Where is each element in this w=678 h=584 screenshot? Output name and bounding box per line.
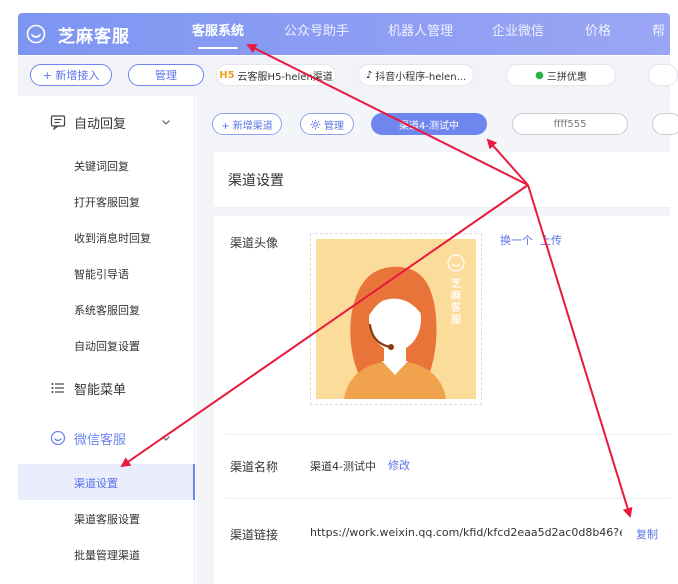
tab-ffff555[interactable]: ffff555 — [512, 113, 628, 135]
channel-name-value: 渠道4-测试中 — [310, 460, 376, 473]
sidebar-group-smart-menu[interactable]: 智能菜单 — [18, 373, 195, 403]
upload-avatar-link[interactable]: 上传 — [540, 232, 562, 248]
page-title: 渠道设置 — [228, 173, 284, 189]
divider — [226, 434, 670, 435]
channel-tabs: + 新增渠道 管理 渠道4-测试中 ffff555 — [196, 96, 678, 150]
h5-icon: H5 — [219, 69, 235, 81]
sidebar: 自动回复 关键词回复 打开客服回复 收到消息时回复 智能引导语 系统客服回复 自… — [18, 96, 195, 584]
sidebar-group-label: 自动回复 — [74, 116, 127, 132]
channel-chip-douyin[interactable]: ♪ 抖音小程序-helen... — [358, 64, 474, 86]
watermark-logo-icon — [447, 254, 465, 272]
nav-pricing[interactable]: 价格 — [585, 13, 611, 55]
wechat-icon: ● — [535, 69, 544, 81]
nav-bot-management[interactable]: 机器人管理 — [388, 13, 453, 55]
manage-channels-label: 管理 — [324, 120, 344, 132]
sidebar-item-channel-settings[interactable]: 渠道设置 — [74, 475, 118, 491]
message-square-icon — [50, 115, 66, 130]
avatar-field-label: 渠道头像 — [230, 236, 279, 250]
copy-link-button[interactable]: 复制 — [636, 526, 658, 542]
avatar-image: 芝麻客服 — [316, 239, 476, 399]
avatar-watermark-text: 芝麻客服 — [451, 279, 461, 326]
tab-more[interactable] — [652, 113, 678, 135]
panel-header: 渠道设置 — [214, 152, 670, 208]
channel-chip-h5[interactable]: H5 云客服H5-helen渠道 — [216, 64, 336, 86]
sidebar-group-label: 智能菜单 — [74, 382, 127, 398]
sidebar-item-system-cs-reply[interactable]: 系统客服回复 — [74, 302, 140, 318]
channel-link-value: https://work.weixin.qq.com/kfid/kfcd2eaa… — [310, 526, 622, 539]
gear-icon — [310, 119, 321, 129]
channel-chip-label: 云客服H5-helen渠道 — [237, 71, 333, 83]
chevron-down-icon — [162, 120, 170, 125]
channel-chip-more[interactable] — [648, 64, 678, 86]
sidebar-item-open-cs-reply[interactable]: 打开客服回复 — [74, 194, 140, 210]
channel-chip-label: 三拼优惠 — [546, 71, 587, 83]
wechat-cs-icon — [50, 430, 66, 446]
sidebar-item-keyword-reply[interactable]: 关键词回复 — [74, 158, 129, 174]
sidebar-item-channel-cs-settings[interactable]: 渠道客服设置 — [74, 511, 140, 527]
app-name: 芝麻客服 — [58, 26, 130, 47]
sidebar-item-auto-reply-settings[interactable]: 自动回复设置 — [74, 338, 140, 354]
logo-icon — [26, 24, 46, 44]
manage-channels-button[interactable]: 管理 — [300, 113, 354, 135]
sidebar-group-auto-reply[interactable]: 自动回复 — [18, 107, 195, 137]
channel-chip-sanpin[interactable]: ● 三拼优惠 — [506, 64, 616, 86]
add-channel-button[interactable]: + 新增渠道 — [212, 113, 282, 135]
name-field-label: 渠道名称 — [230, 460, 279, 474]
nav-cs-system[interactable]: 客服系统 — [192, 13, 244, 55]
divider — [214, 208, 670, 216]
link-field-label: 渠道链接 — [230, 528, 279, 542]
add-access-button[interactable]: + 新增接入 — [30, 64, 112, 86]
channel-bar: + 新增接入 管理 H5 云客服H5-helen渠道 ♪ 抖音小程序-helen… — [18, 56, 678, 96]
sidebar-group-wechat-cs[interactable]: 微信客服 — [18, 423, 195, 453]
avatar-preview: 芝麻客服 — [310, 233, 482, 405]
nav-help[interactable]: 帮 — [652, 13, 665, 55]
edit-name-link[interactable]: 修改 — [388, 457, 410, 473]
channel-chip-label: 抖音小程序-helen... — [375, 71, 467, 83]
sidebar-item-smart-guide[interactable]: 智能引导语 — [74, 266, 129, 282]
manage-access-button[interactable]: 管理 — [128, 64, 204, 86]
sidebar-item-on-message-reply[interactable]: 收到消息时回复 — [74, 230, 151, 246]
chevron-down-icon — [162, 436, 170, 441]
sidebar-group-label: 微信客服 — [74, 432, 127, 448]
sidebar-item-batch-manage-channels[interactable]: 批量管理渠道 — [74, 547, 140, 563]
top-nav-bar: 芝麻客服 客服系统 公众号助手 机器人管理 企业微信 价格 帮 — [18, 13, 670, 55]
nav-wecom[interactable]: 企业微信 — [492, 13, 544, 55]
swap-avatar-link[interactable]: 换一个 — [500, 232, 533, 248]
app-logo[interactable]: 芝麻客服 — [26, 22, 130, 47]
tab-channel-4-testing[interactable]: 渠道4-测试中 — [371, 113, 487, 135]
divider — [226, 498, 670, 499]
list-icon — [51, 383, 64, 393]
nav-official-account-helper[interactable]: 公众号助手 — [284, 13, 349, 55]
douyin-icon: ♪ — [365, 69, 373, 81]
